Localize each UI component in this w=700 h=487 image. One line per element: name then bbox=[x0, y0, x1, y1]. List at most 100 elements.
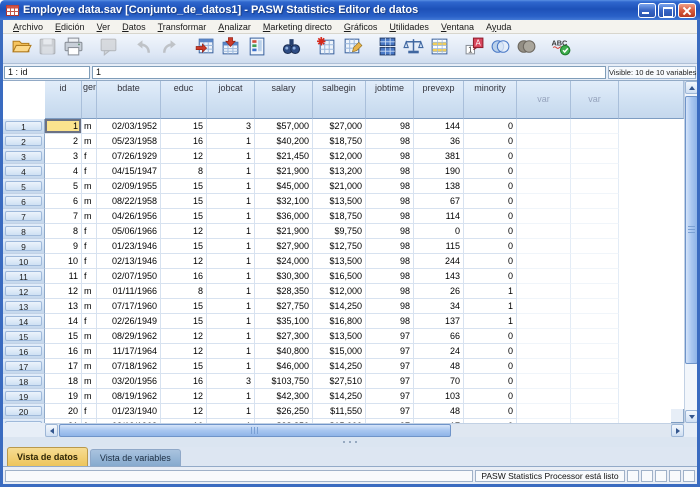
menu-ventana[interactable]: Ventana bbox=[435, 20, 480, 34]
grid-cell[interactable] bbox=[517, 254, 571, 269]
grid-cell[interactable]: $30,300 bbox=[255, 269, 313, 284]
grid-cell[interactable]: 67 bbox=[414, 194, 464, 209]
grid-cell[interactable]: 97 bbox=[366, 329, 414, 344]
row-number-header[interactable]: 18 bbox=[3, 374, 45, 389]
grid-cell[interactable]: 97 bbox=[366, 404, 414, 419]
grid-cell[interactable]: 0 bbox=[464, 209, 517, 224]
grid-cell[interactable]: m bbox=[82, 194, 97, 209]
row-number-header[interactable]: 5 bbox=[3, 179, 45, 194]
grid-cell[interactable]: 15 bbox=[161, 209, 207, 224]
minimize-button[interactable] bbox=[638, 3, 656, 18]
grid-cell[interactable] bbox=[571, 224, 619, 239]
grid-cell[interactable]: 0 bbox=[464, 149, 517, 164]
grid-cell[interactable]: 137 bbox=[414, 314, 464, 329]
grid-cell[interactable] bbox=[517, 119, 571, 134]
maximize-button[interactable] bbox=[658, 3, 676, 18]
grid-cell[interactable]: 15 bbox=[161, 314, 207, 329]
grid-cell[interactable]: m bbox=[82, 329, 97, 344]
grid-cell[interactable] bbox=[517, 329, 571, 344]
grid-cell[interactable]: 15 bbox=[161, 194, 207, 209]
open-data-button[interactable] bbox=[8, 36, 34, 62]
grid-cell[interactable]: $15,000 bbox=[313, 344, 366, 359]
menu-ayuda[interactable]: Ayuda bbox=[480, 20, 517, 34]
grid-cell[interactable]: 13 bbox=[45, 299, 82, 314]
grid-cell[interactable]: 03/20/1956 bbox=[97, 374, 161, 389]
grid-cell[interactable]: $27,300 bbox=[255, 329, 313, 344]
grid-cell[interactable]: 98 bbox=[366, 134, 414, 149]
grid-cell[interactable] bbox=[571, 119, 619, 134]
grid-cell[interactable]: $18,750 bbox=[313, 209, 366, 224]
grid-cell[interactable]: 15 bbox=[161, 239, 207, 254]
grid-cell[interactable]: 19 bbox=[45, 389, 82, 404]
vertical-scrollbar[interactable] bbox=[684, 81, 697, 423]
grid-cell[interactable]: $13,500 bbox=[313, 254, 366, 269]
grid-cell[interactable]: $9,750 bbox=[313, 224, 366, 239]
grid-cell[interactable]: 98 bbox=[366, 284, 414, 299]
grid-cell[interactable]: $40,800 bbox=[255, 344, 313, 359]
grid-cell[interactable]: $35,100 bbox=[255, 314, 313, 329]
grid-cell[interactable]: m bbox=[82, 359, 97, 374]
insert-variable-button[interactable] bbox=[339, 36, 365, 62]
find-button[interactable] bbox=[278, 36, 304, 62]
grid-cell[interactable]: 15 bbox=[161, 119, 207, 134]
grid-cell[interactable] bbox=[571, 164, 619, 179]
grid-cell[interactable]: $45,000 bbox=[255, 179, 313, 194]
row-number-header[interactable]: 14 bbox=[3, 314, 45, 329]
grid-cell[interactable]: $12,000 bbox=[313, 284, 366, 299]
grid-cell[interactable]: 1 bbox=[207, 239, 255, 254]
column-header-var1[interactable]: var bbox=[517, 81, 571, 119]
row-number-header[interactable]: 20 bbox=[3, 404, 45, 419]
goto-variable-button[interactable] bbox=[217, 36, 243, 62]
grid-cell[interactable]: 0 bbox=[464, 344, 517, 359]
grid-cell[interactable]: 0 bbox=[464, 389, 517, 404]
grid-cell[interactable]: 1 bbox=[207, 314, 255, 329]
grid-cell[interactable] bbox=[517, 134, 571, 149]
grid-cell[interactable]: 12 bbox=[161, 329, 207, 344]
split-file-button[interactable] bbox=[374, 36, 400, 62]
grid-cell[interactable] bbox=[517, 404, 571, 419]
grid-cell[interactable]: 07/17/1960 bbox=[97, 299, 161, 314]
grid-cell[interactable]: 1 bbox=[207, 134, 255, 149]
use-variable-sets-button[interactable] bbox=[487, 36, 513, 62]
grid-cell[interactable]: 12 bbox=[161, 344, 207, 359]
grid-cell[interactable]: 04/15/1947 bbox=[97, 164, 161, 179]
grid-cell[interactable]: m bbox=[82, 374, 97, 389]
row-number-header[interactable]: 2 bbox=[3, 134, 45, 149]
row-number-header[interactable]: 17 bbox=[3, 359, 45, 374]
row-number-header[interactable]: 10 bbox=[3, 254, 45, 269]
grid-cell[interactable]: $103,750 bbox=[255, 374, 313, 389]
grid-cell[interactable]: f bbox=[82, 224, 97, 239]
variables-button[interactable] bbox=[243, 36, 269, 62]
grid-cell[interactable]: 1 bbox=[207, 269, 255, 284]
grid-cell[interactable] bbox=[517, 239, 571, 254]
grid-cell[interactable]: 18 bbox=[45, 374, 82, 389]
grid-cell[interactable] bbox=[571, 284, 619, 299]
row-number-header[interactable]: 9 bbox=[3, 239, 45, 254]
grid-cell[interactable]: m bbox=[82, 389, 97, 404]
grid-cell[interactable]: 11 bbox=[45, 269, 82, 284]
tab-data-view[interactable]: Vista de datos bbox=[7, 447, 88, 466]
grid-cell[interactable]: $14,250 bbox=[313, 299, 366, 314]
grid-cell[interactable]: 05/06/1966 bbox=[97, 224, 161, 239]
select-cases-button[interactable] bbox=[426, 36, 452, 62]
menu-edici-n[interactable]: Edición bbox=[49, 20, 91, 34]
grid-cell[interactable]: 1 bbox=[207, 359, 255, 374]
grid-cell[interactable]: f bbox=[82, 404, 97, 419]
grid-cell[interactable]: 0 bbox=[464, 374, 517, 389]
grid-cell[interactable] bbox=[571, 209, 619, 224]
grid-cell[interactable]: 115 bbox=[414, 239, 464, 254]
grid-cell[interactable]: 15 bbox=[161, 179, 207, 194]
title-bar[interactable]: Employee data.sav [Conjunto_de_datos1] -… bbox=[0, 0, 700, 20]
grid-cell[interactable]: 97 bbox=[366, 374, 414, 389]
weight-cases-button[interactable] bbox=[400, 36, 426, 62]
grid-cell[interactable]: $13,200 bbox=[313, 164, 366, 179]
grid-cell[interactable]: 8 bbox=[45, 224, 82, 239]
scroll-left-button[interactable] bbox=[45, 424, 58, 437]
column-header-minority[interactable]: minority bbox=[464, 81, 517, 119]
grid-cell[interactable]: 16 bbox=[45, 344, 82, 359]
grid-cell[interactable] bbox=[571, 194, 619, 209]
grid-cell[interactable]: $21,900 bbox=[255, 164, 313, 179]
grid-cell[interactable]: 114 bbox=[414, 209, 464, 224]
grid-cell[interactable]: $27,000 bbox=[313, 119, 366, 134]
grid-cell[interactable]: 0 bbox=[464, 119, 517, 134]
